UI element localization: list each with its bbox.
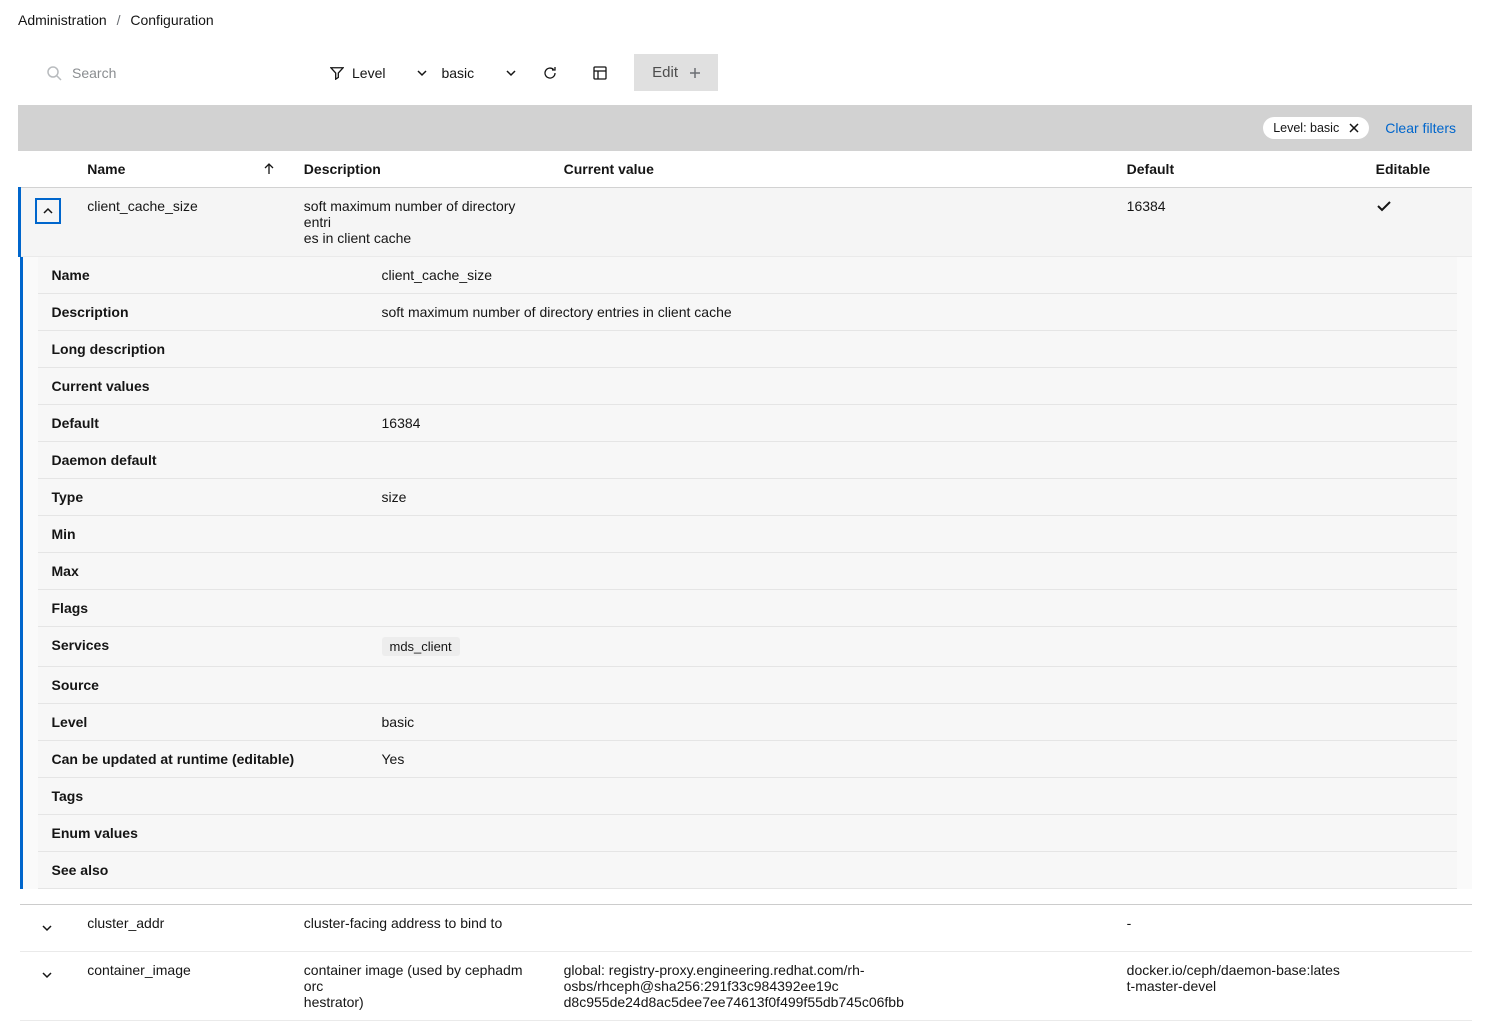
config-table: Name Description Current value Default E…	[18, 151, 1472, 1021]
cell-default: -	[1115, 905, 1364, 952]
cell-default: 16384	[1115, 188, 1364, 257]
cell-name: client_cache_size	[75, 188, 292, 257]
table-row[interactable]: container_image container image (used by…	[20, 952, 1473, 1021]
table-row[interactable]: cluster_addr cluster-facing address to b…	[20, 905, 1473, 952]
clear-filters-link[interactable]: Clear filters	[1385, 120, 1456, 136]
cell-description: soft maximum number of directory entri e…	[292, 188, 552, 257]
close-icon[interactable]	[1349, 123, 1359, 133]
cell-default: docker.io/ceph/daemon-base:lates t-maste…	[1115, 952, 1364, 1021]
col-header-name[interactable]: Name	[75, 151, 292, 188]
cell-current-value	[552, 188, 1115, 257]
service-badge: mds_client	[382, 637, 460, 656]
sort-asc-icon	[264, 163, 274, 175]
table-row[interactable]: client_cache_size soft maximum number of…	[20, 188, 1473, 257]
level-filter-dropdown[interactable]: Level	[330, 65, 427, 81]
cell-current-value: global: registry-proxy.engineering.redha…	[552, 952, 1115, 1021]
breadcrumb-parent[interactable]: Administration	[18, 12, 107, 28]
cell-description: cluster-facing address to bind to	[292, 905, 552, 952]
filter-bar: Level: basic Clear filters	[18, 105, 1472, 151]
cell-editable	[1364, 188, 1472, 257]
chevron-down-icon	[42, 923, 52, 933]
columns-button[interactable]	[584, 57, 616, 89]
refresh-button[interactable]	[534, 57, 566, 89]
level-value-dropdown[interactable]: basic	[441, 65, 516, 81]
col-header-current-value[interactable]: Current value	[552, 151, 1115, 188]
filter-chip-level: Level: basic	[1263, 117, 1369, 139]
cell-current-value	[552, 905, 1115, 952]
row-detail-panel: Nameclient_cache_size Descriptionsoft ma…	[20, 257, 1473, 889]
search-icon	[46, 65, 62, 81]
search-input[interactable]	[72, 65, 252, 81]
expand-toggle[interactable]	[34, 962, 60, 988]
cell-name: cluster_addr	[75, 905, 292, 952]
breadcrumb-current: Configuration	[130, 12, 213, 28]
cell-description: container image (used by cephadm orc hes…	[292, 952, 552, 1021]
col-header-description[interactable]: Description	[292, 151, 552, 188]
filter-icon	[330, 66, 344, 80]
check-icon	[1376, 198, 1392, 214]
expand-toggle[interactable]	[34, 915, 60, 941]
toolbar: Level basic Edit	[18, 40, 1472, 105]
chevron-up-icon	[43, 206, 53, 216]
plus-icon	[690, 68, 700, 78]
chevron-down-icon	[506, 68, 516, 78]
expand-toggle[interactable]	[35, 198, 61, 224]
breadcrumb: Administration / Configuration	[18, 0, 1472, 40]
edit-button[interactable]: Edit	[634, 54, 718, 91]
chevron-down-icon	[42, 970, 52, 980]
chevron-down-icon	[417, 68, 427, 78]
col-header-editable[interactable]: Editable	[1364, 151, 1472, 188]
cell-name: container_image	[75, 952, 292, 1021]
col-header-default[interactable]: Default	[1115, 151, 1364, 188]
